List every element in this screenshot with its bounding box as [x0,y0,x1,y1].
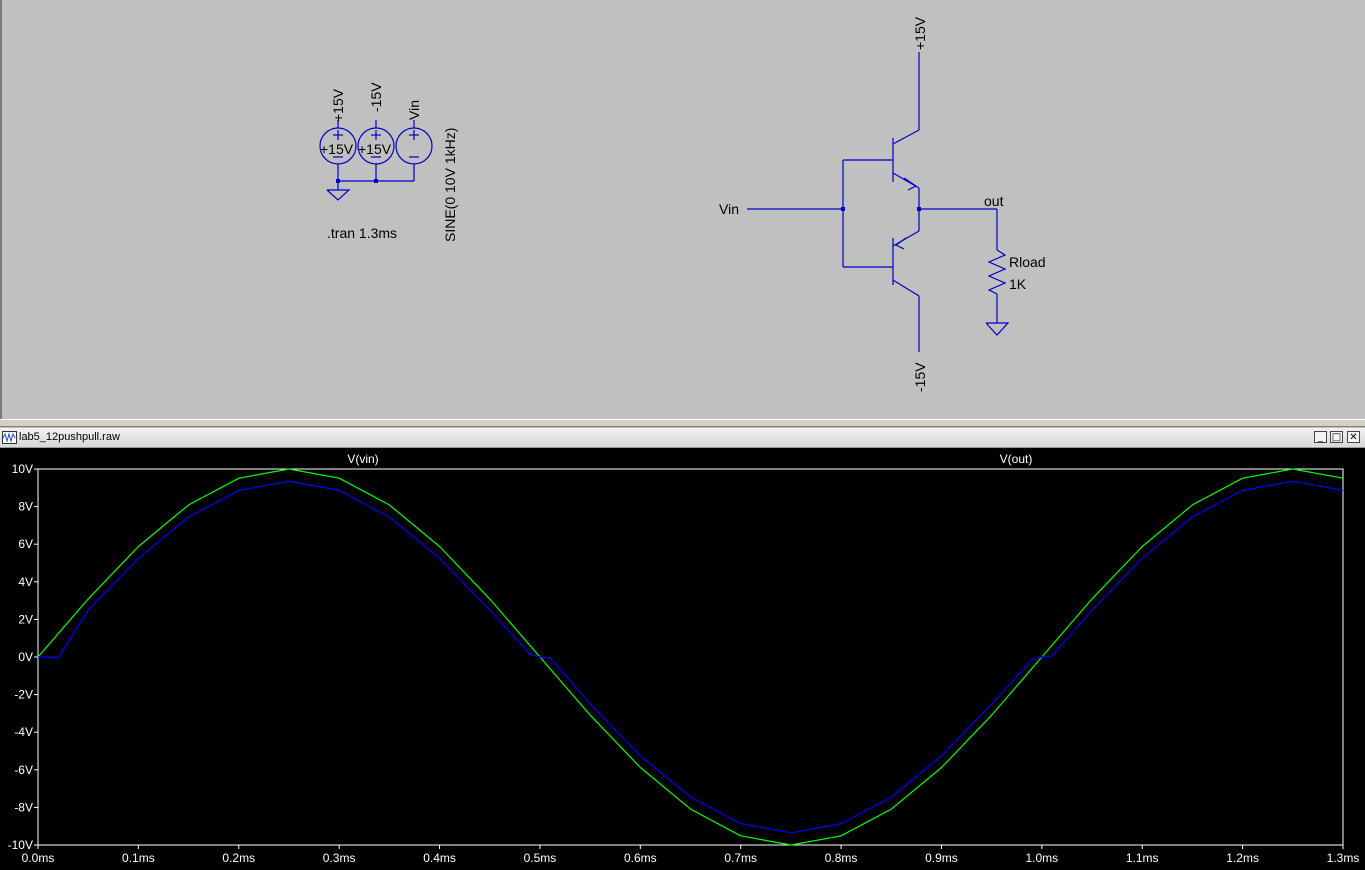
x-tick-label: 0.2ms [222,851,255,865]
x-tick-label: 0.8ms [825,851,858,865]
y-tick-label: 6V [18,537,33,551]
x-tick-label: 0.0ms [22,851,55,865]
y-tick-label: -10V [8,838,33,852]
source-vin[interactable] [395,120,433,181]
x-tick-label: 0.1ms [122,851,155,865]
x-tick-label: 0.3ms [323,851,356,865]
amp-supply-pos-label: +15V [912,16,928,50]
schematic-canvas[interactable]: +15V -15V Vin +15V +15V SINE(0 10V 1kHz)… [2,0,1365,420]
amp-vin-label: Vin [719,201,739,217]
source-pos15-value[interactable]: +15V [320,141,354,157]
y-tick-label: 0V [18,650,33,664]
x-tick-label: 1.3ms [1327,851,1360,865]
y-tick-label: -8V [14,800,33,814]
ground-wire-sources [326,179,414,201]
x-tick-label: 0.4ms [423,851,456,865]
y-tick-label: -6V [14,763,33,777]
y-tick-label: -4V [14,725,33,739]
waveform-window[interactable]: lab5_12pushpull.raw _ □ ✕ 10V 8V 6V 4V 2V 0V -… [0,428,1365,870]
minimize-button[interactable]: _ [1314,431,1327,443]
waveform-titlebar[interactable]: lab5_12pushpull.raw _ □ ✕ [0,428,1365,448]
tran-directive[interactable]: .tran 1.3ms [327,225,397,241]
amp-out-label: out [984,193,1004,209]
source-neg15-net-label: -15V [368,82,384,112]
x-tick-label: 0.7ms [724,851,757,865]
x-tick-label: 0.9ms [925,851,958,865]
trace-label-vvin[interactable]: V(vin) [347,452,378,466]
waveform-app-icon [2,431,17,444]
sine-spec-label[interactable]: SINE(0 10V 1kHz) [442,128,458,242]
y-tick-label: -2V [14,688,33,702]
source-vin-net-label: Vin [406,100,422,120]
trace-label-vout[interactable]: V(out) [1000,452,1033,466]
y-tick-label: 10V [12,462,33,476]
waveform-plot[interactable]: 10V 8V 6V 4V 2V 0V -2V -4V -6V -8V -10V0.0ms 0.1ms 0… [0,448,1365,870]
y-tick-label: 4V [18,575,33,589]
x-tick-label: 0.5ms [524,851,557,865]
pane-splitter[interactable] [0,419,1365,427]
source-pos15-net-label: +15V [330,88,346,122]
series-line-vvin [37,468,1344,846]
schematic-editor[interactable]: +15V -15V Vin +15V +15V SINE(0 10V 1kHz)… [0,0,1365,424]
rload-name[interactable]: Rload [1009,254,1046,270]
series-line-vout [38,480,1344,834]
x-tick-label: 1.1ms [1126,851,1159,865]
push-pull-wiring [747,52,1010,352]
plot-frame [37,468,1344,846]
x-tick-label: 1.0ms [1026,851,1059,865]
y-tick-label: 2V [18,612,33,626]
x-tick-label: 0.6ms [624,851,657,865]
x-tick-label: 1.2ms [1226,851,1259,865]
rload-value[interactable]: 1K [1009,276,1027,292]
waveform-window-title: lab5_12pushpull.raw [19,431,120,443]
maximize-button[interactable]: □ [1330,431,1343,443]
amp-supply-neg-label: -15V [912,362,928,392]
y-tick-label: 8V [18,500,33,514]
source-neg15-value[interactable]: +15V [358,141,392,157]
close-button[interactable]: ✕ [1347,431,1360,443]
